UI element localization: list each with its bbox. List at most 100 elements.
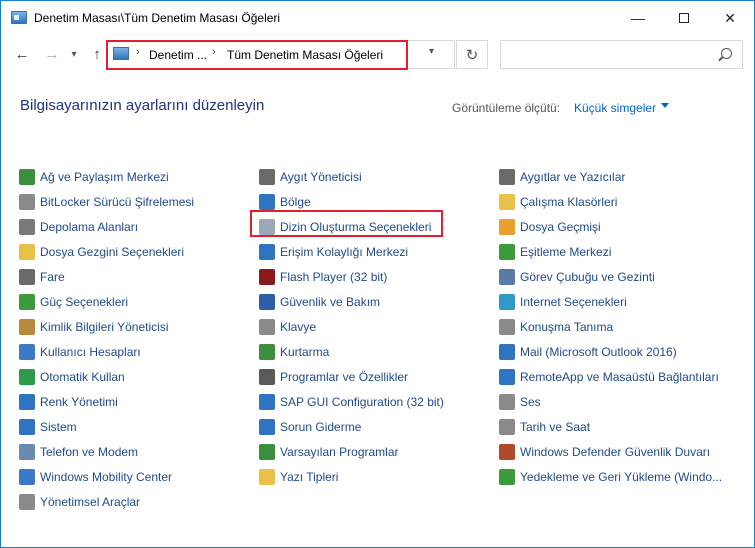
control-panel-item[interactable]: Programlar ve Özellikler [259,364,444,389]
control-panel-item[interactable]: Kimlik Bilgileri Yöneticisi [19,314,194,339]
system-icon [19,418,35,435]
programs-icon [259,368,275,385]
control-panel-item[interactable]: Erişim Kolaylığı Merkezi [259,239,444,264]
control-panel-item-label: Programlar ve Özellikler [280,369,409,384]
control-panel-item[interactable]: Görev Çubuğu ve Gezinti [499,264,722,289]
forward-button[interactable]: → [41,43,63,65]
ease-of-access-icon [259,243,275,260]
flag-icon [259,293,275,310]
control-panel-item[interactable]: Telefon ve Modem [19,439,194,464]
control-panel-item[interactable]: Ses [499,389,722,414]
control-panel-item[interactable]: Konuşma Tanıma [499,314,722,339]
control-panel-item[interactable]: Kullanıcı Hesapları [19,339,194,364]
admin-tools-icon [19,493,35,510]
address-dropdown-button[interactable]: ▾ [429,46,434,57]
refresh-button[interactable]: ↻ [456,40,488,69]
control-panel-item-label: Otomatik Kullan [40,369,125,384]
control-panel-item-label: Klavye [280,319,317,334]
control-panel-item[interactable]: Sistem [19,414,194,439]
control-panel-item[interactable]: Depolama Alanları [19,214,194,239]
maximize-button[interactable] [661,1,707,35]
control-panel-item[interactable]: Bölge [259,189,444,214]
control-panel-item-label: Eşitleme Merkezi [520,244,612,259]
breadcrumb-item[interactable]: Denetim ... [149,48,207,62]
control-panel-item[interactable]: Renk Yönetimi [19,389,194,414]
breadcrumb-separator-icon[interactable]: › [212,46,216,58]
recent-locations-button[interactable]: ▾ [66,43,82,65]
control-panel-item[interactable]: Flash Player (32 bit) [259,264,444,289]
control-panel-icon [11,11,27,24]
control-panel-item[interactable]: Windows Mobility Center [19,464,194,489]
control-panel-item[interactable]: BitLocker Sürücü Şifrelemesi [19,189,194,214]
up-button[interactable]: ↑ [86,43,108,65]
view-by-dropdown[interactable]: Küçük simgeler [574,101,656,115]
control-panel-item[interactable]: Güç Seçenekleri [19,289,194,314]
control-panel-item-label: Görev Çubuğu ve Gezinti [520,269,655,284]
control-panel-item[interactable]: Ağ ve Paylaşım Merkezi [19,164,194,189]
control-panel-item[interactable]: Yedekleme ve Geri Yükleme (Windo... [499,464,722,489]
control-panel-item-label: Ağ ve Paylaşım Merkezi [40,169,169,184]
control-panel-item[interactable]: Klavye [259,314,444,339]
control-panel-item[interactable]: Sorun Giderme [259,414,444,439]
back-button[interactable]: ← [11,43,33,65]
power-icon [19,293,35,310]
recovery-icon [259,343,275,360]
control-panel-item[interactable]: Yönetimsel Araçlar [19,489,194,514]
file-history-icon [499,218,515,235]
control-panel-item-label: Çalışma Klasörleri [520,194,618,209]
control-panel-item[interactable]: Otomatik Kullan [19,364,194,389]
control-panel-item[interactable]: Mail (Microsoft Outlook 2016) [499,339,722,364]
address-bar[interactable]: › Denetim ... › Tüm Denetim Masası Öğele… [106,40,455,69]
control-panel-item[interactable]: Güvenlik ve Bakım [259,289,444,314]
control-panel-item[interactable]: Aygıtlar ve Yazıcılar [499,164,722,189]
control-panel-item[interactable]: Internet Seçenekleri [499,289,722,314]
control-panel-item-label: Mail (Microsoft Outlook 2016) [520,344,677,359]
items-column-1: Ağ ve Paylaşım Merkezi BitLocker Sürücü Ş… [19,164,194,514]
control-panel-item[interactable]: SAP GUI Configuration (32 bit) [259,389,444,414]
view-by-label: Görüntüleme ölçütü: [452,101,561,115]
control-panel-item-label: Flash Player (32 bit) [280,269,388,284]
title-bar[interactable]: Denetim Masası\Tüm Denetim Masası Öğeler… [1,1,754,35]
folder-options-icon [19,243,35,260]
control-panel-item[interactable]: Çalışma Klasörleri [499,189,722,214]
control-panel-item[interactable]: Windows Defender Güvenlik Duvarı [499,439,722,464]
control-panel-item-label: Güvenlik ve Bakım [280,294,381,309]
search-input[interactable] [500,40,743,69]
work-folders-icon [499,193,515,210]
minimize-button[interactable]: — [615,1,661,35]
breadcrumb-separator-icon[interactable]: › [136,46,140,58]
color-management-icon [19,393,35,410]
firewall-icon [499,443,515,460]
control-panel-item-label: Tarih ve Saat [520,419,591,434]
control-panel-item-label: Kimlik Bilgileri Yöneticisi [40,319,169,334]
mouse-icon [19,268,35,285]
page-heading: Bilgisayarınızın ayarlarını düzenleyin [20,97,265,114]
control-panel-item-label: Yazı Tipleri [280,469,339,484]
sap-icon [259,393,275,410]
control-panel-item[interactable]: Dosya Geçmişi [499,214,722,239]
sync-icon [499,243,515,260]
control-panel-item[interactable]: Dizin Oluşturma Seçenekleri [259,214,444,239]
control-panel-item[interactable]: Fare [19,264,194,289]
printer-icon [499,168,515,185]
control-panel-item[interactable]: Tarih ve Saat [499,414,722,439]
default-programs-icon [259,443,275,460]
taskbar-icon [499,268,515,285]
control-panel-item-label: Dosya Geçmişi [520,219,601,234]
control-panel-item[interactable]: Yazı Tipleri [259,464,444,489]
clock-icon [499,418,515,435]
control-panel-item[interactable]: Kurtarma [259,339,444,364]
microphone-icon [499,318,515,335]
control-panel-item[interactable]: Aygıt Yöneticisi [259,164,444,189]
control-panel-item[interactable]: Eşitleme Merkezi [499,239,722,264]
control-panel-item[interactable]: Dosya Gezgini Seçenekleri [19,239,194,264]
items-column-2: Aygıt Yöneticisi Bölge Dizin Oluşturma Seç… [259,164,444,489]
search-icon[interactable] [721,48,732,59]
control-panel-item[interactable]: RemoteApp ve Masaüstü Bağlantıları [499,364,722,389]
chevron-down-icon[interactable] [661,103,669,108]
breadcrumb-item[interactable]: Tüm Denetim Masası Öğeleri [227,48,383,62]
control-panel-item[interactable]: Varsayılan Programlar [259,439,444,464]
close-button[interactable]: ✕ [707,1,753,35]
control-panel-item-label: Fare [40,269,65,284]
control-panel-item-label: BitLocker Sürücü Şifrelemesi [40,194,195,209]
